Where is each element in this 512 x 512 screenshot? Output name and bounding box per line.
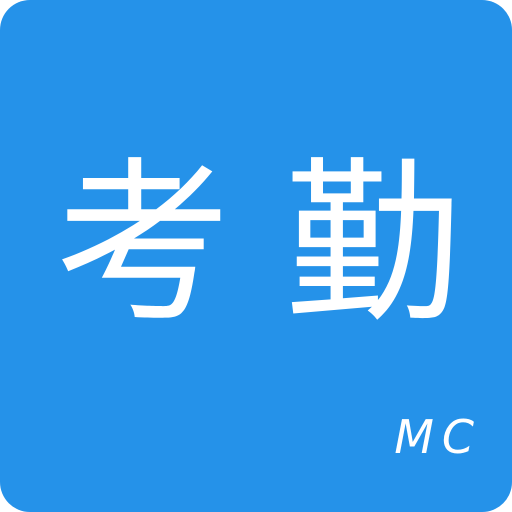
app-badge: MC (394, 410, 482, 464)
title-char-1: 考 (54, 142, 231, 347)
app-icon[interactable]: 考 勤 MC (0, 0, 512, 512)
app-title: 考 勤 (48, 150, 468, 340)
title-char-2: 勤 (284, 142, 461, 347)
